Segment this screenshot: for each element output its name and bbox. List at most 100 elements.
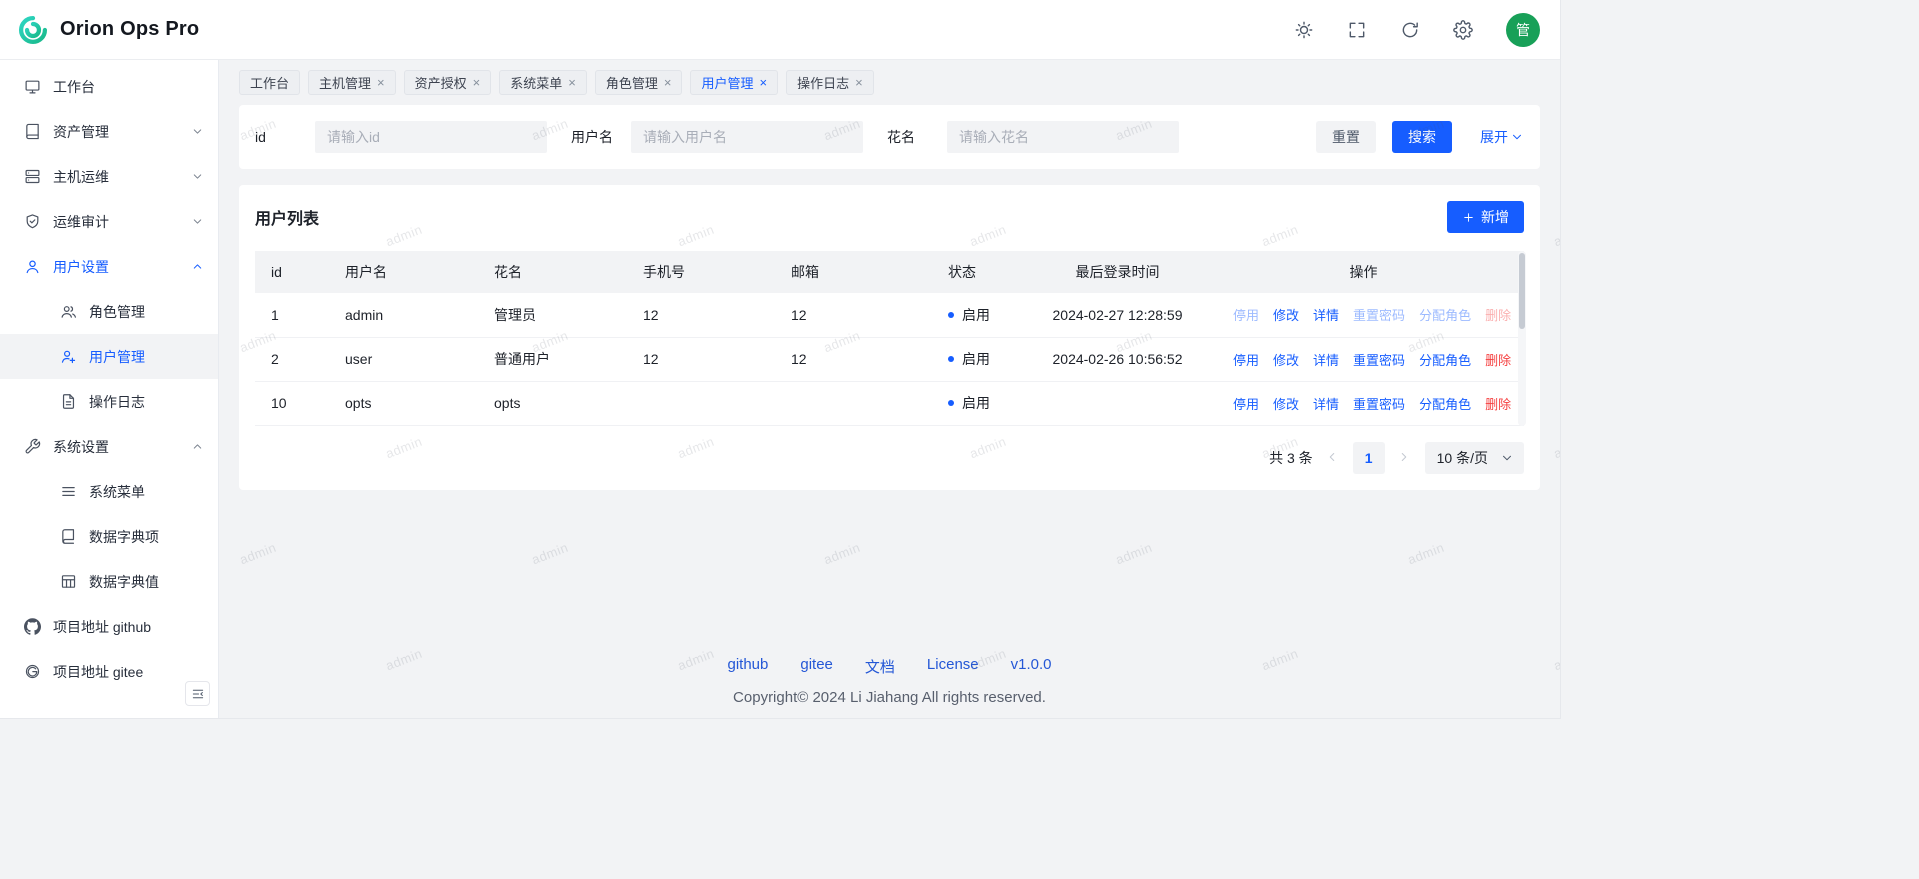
sidebar-item-shield[interactable]: 运维审计 <box>0 199 218 244</box>
sidebar-item-tool[interactable]: 系统设置 <box>0 424 218 469</box>
nickname-label: 花名 <box>887 127 947 147</box>
table-grid-icon <box>60 573 77 590</box>
sidebar-item-user[interactable]: 用户设置 <box>0 244 218 289</box>
tab-close-icon[interactable]: × <box>377 76 385 89</box>
tab-item[interactable]: 角色管理× <box>595 70 683 95</box>
pagination-total: 共 3 条 <box>1269 448 1313 468</box>
id-input[interactable] <box>315 121 547 153</box>
row-action-link[interactable]: 分配角色 <box>1419 397 1471 412</box>
sidebar-item-server[interactable]: 主机运维 <box>0 154 218 199</box>
row-action-link[interactable]: 分配角色 <box>1419 353 1471 368</box>
sidebar-item-label: 数据字典值 <box>89 572 204 592</box>
watermark-text: admin <box>822 540 863 568</box>
row-action-link[interactable]: 详情 <box>1313 308 1339 323</box>
footer-link[interactable]: github <box>728 656 769 677</box>
github-icon <box>24 618 41 635</box>
watermark-text: admin <box>530 540 571 568</box>
user-avatar[interactable]: 管 <box>1506 13 1540 47</box>
next-page-button[interactable] <box>1397 450 1413 466</box>
sidebar-item-table-grid[interactable]: 数据字典值 <box>0 559 218 604</box>
tab-close-icon[interactable]: × <box>855 76 863 89</box>
row-action-link[interactable]: 修改 <box>1273 353 1299 368</box>
table-header-row: id用户名花名手机号邮箱状态最后登录时间操作 <box>255 251 1524 293</box>
copyright-text: Copyright© 2024 Li Jiahang All rights re… <box>219 689 1560 706</box>
sidebar-collapse-button[interactable] <box>185 681 210 706</box>
settings-gear-icon[interactable] <box>1453 20 1473 40</box>
id-label: id <box>255 129 315 145</box>
prev-page-button[interactable] <box>1325 450 1341 466</box>
table-row: 10optsopts启用停用修改详情重置密码分配角色删除 <box>255 381 1524 425</box>
sidebar-item-user-add[interactable]: 用户管理 <box>0 334 218 379</box>
nickname-input[interactable] <box>947 121 1179 153</box>
username-input[interactable] <box>631 121 863 153</box>
tab-item[interactable]: 资产授权× <box>404 70 492 95</box>
cell-id: 10 <box>255 381 329 425</box>
row-action-link[interactable]: 停用 <box>1233 397 1259 412</box>
sidebar-item-menu-lines[interactable]: 系统菜单 <box>0 469 218 514</box>
expand-button[interactable]: 展开 <box>1480 127 1524 147</box>
user-list-card: 用户列表 新增 id用户名花名手机号邮箱状态最后登录时间操作 1admin管理员… <box>239 185 1540 490</box>
username-label: 用户名 <box>571 127 631 147</box>
reset-button[interactable]: 重置 <box>1316 121 1376 153</box>
sidebar-item-file-text[interactable]: 操作日志 <box>0 379 218 424</box>
chevron-up-icon <box>191 440 204 453</box>
fullscreen-icon[interactable] <box>1347 20 1367 40</box>
row-action-link[interactable]: 修改 <box>1273 308 1299 323</box>
cell-username: admin <box>329 293 478 337</box>
table-body: 1admin管理员1212启用2024-02-27 12:28:59停用修改详情… <box>255 293 1524 425</box>
column-header: 邮箱 <box>775 251 932 293</box>
refresh-icon[interactable] <box>1400 20 1420 40</box>
sidebar-item-label: 用户设置 <box>53 257 179 277</box>
status-dot-icon <box>948 400 954 406</box>
row-action-link[interactable]: 修改 <box>1273 397 1299 412</box>
search-button[interactable]: 搜索 <box>1392 121 1452 153</box>
tab-item[interactable]: 操作日志× <box>786 70 874 95</box>
cell-actions: 停用修改详情重置密码分配角色删除 <box>1203 381 1524 425</box>
tab-item[interactable]: 用户管理× <box>690 70 778 95</box>
sidebar-item-notebook[interactable]: 数据字典项 <box>0 514 218 559</box>
status-badge: 启用 <box>962 305 990 325</box>
theme-sun-icon[interactable] <box>1294 20 1314 40</box>
cell-nickname: 普通用户 <box>478 337 627 381</box>
add-user-button[interactable]: 新增 <box>1447 201 1524 233</box>
cell-last-login: 2024-02-27 12:28:59 <box>1032 293 1203 337</box>
row-action-link[interactable]: 停用 <box>1233 353 1259 368</box>
tab-close-icon[interactable]: × <box>664 76 672 89</box>
app-logo-icon <box>16 13 50 47</box>
row-action-link[interactable]: 重置密码 <box>1353 353 1405 368</box>
table-scrollbar[interactable] <box>1518 251 1526 426</box>
row-action-link[interactable]: 详情 <box>1313 353 1339 368</box>
collapse-menu-icon <box>191 687 205 701</box>
scrollbar-thumb[interactable] <box>1519 253 1525 329</box>
main-area: 工作台主机管理× 资产授权× 系统菜单× 角色管理× 用户管理× 操作日志× id 用户名… <box>219 60 1560 718</box>
sidebar-item-github[interactable]: 项目地址 github <box>0 604 218 649</box>
tab-item[interactable]: 工作台 <box>239 70 300 95</box>
watermark-text: admin <box>1114 540 1155 568</box>
book-icon <box>24 123 41 140</box>
footer-link[interactable]: License <box>927 656 979 677</box>
footer-links: github gitee 文档 License v1.0.0 <box>219 656 1560 677</box>
sidebar-item-users[interactable]: 角色管理 <box>0 289 218 334</box>
tab-item[interactable]: 系统菜单× <box>499 70 587 95</box>
tab-close-icon[interactable]: × <box>568 76 576 89</box>
page-number-current[interactable]: 1 <box>1353 442 1385 474</box>
column-header: 状态 <box>932 251 1032 293</box>
footer-link[interactable]: gitee <box>800 656 833 677</box>
tab-close-icon[interactable]: × <box>759 76 767 89</box>
row-action-link: 停用 <box>1233 308 1259 323</box>
row-action-link[interactable]: 详情 <box>1313 397 1339 412</box>
notebook-icon <box>60 528 77 545</box>
sidebar-item-book[interactable]: 资产管理 <box>0 109 218 154</box>
cell-phone: 12 <box>627 337 775 381</box>
row-action-link[interactable]: 删除 <box>1485 397 1511 412</box>
row-action-link[interactable]: 删除 <box>1485 353 1511 368</box>
page-size-select[interactable]: 10 条/页 <box>1425 442 1524 474</box>
brand[interactable]: Orion Ops Pro <box>16 13 199 47</box>
tab-close-icon[interactable]: × <box>473 76 481 89</box>
footer-link[interactable]: 文档 <box>865 656 895 677</box>
sidebar-item-monitor[interactable]: 工作台 <box>0 64 218 109</box>
footer-link[interactable]: v1.0.0 <box>1011 656 1052 677</box>
cell-email: 12 <box>775 337 932 381</box>
tab-item[interactable]: 主机管理× <box>308 70 396 95</box>
row-action-link[interactable]: 重置密码 <box>1353 397 1405 412</box>
